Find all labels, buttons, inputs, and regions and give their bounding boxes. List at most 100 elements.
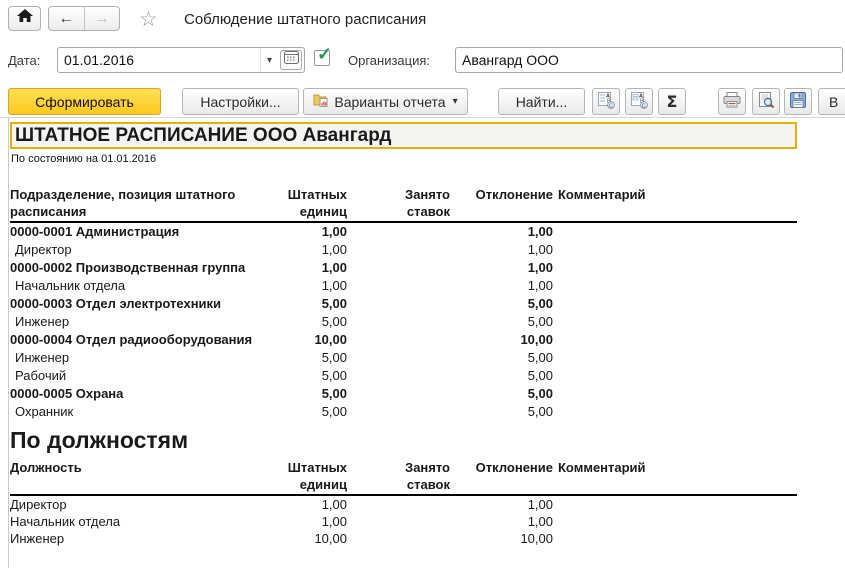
cell-comment[interactable] (553, 277, 797, 295)
cell-staff-units[interactable]: 1,00 (280, 513, 347, 530)
cell-occupied[interactable] (347, 313, 450, 331)
date-input[interactable] (58, 48, 260, 72)
cell-occupied[interactable] (347, 349, 450, 367)
cell-occupied[interactable] (347, 513, 450, 530)
cell-department[interactable]: 0000-0003 Отдел электротехники (10, 295, 280, 313)
cell-deviation[interactable]: 5,00 (450, 295, 553, 313)
cell-deviation[interactable]: 1,00 (450, 222, 553, 241)
cell-occupied[interactable] (347, 385, 450, 403)
cell-staff-units[interactable]: 1,00 (280, 259, 347, 277)
cell-comment[interactable] (553, 331, 797, 349)
cell-department[interactable]: 0000-0005 Охрана (10, 385, 280, 403)
cell-staff-units[interactable]: 1,00 (280, 241, 347, 259)
cell-comment[interactable] (553, 259, 797, 277)
cell-staff-units[interactable]: 10,00 (280, 331, 347, 349)
cell-department[interactable]: Охранник (10, 403, 280, 421)
cell-deviation[interactable]: 1,00 (450, 241, 553, 259)
sum-button[interactable]: Σ (658, 88, 686, 115)
col-position[interactable]: Должность (10, 459, 280, 495)
calendar-button[interactable] (280, 50, 302, 70)
col-occupied[interactable]: Занято ставок (347, 186, 450, 222)
cell-staff-units[interactable]: 1,00 (280, 495, 347, 513)
cell-comment[interactable] (553, 385, 797, 403)
cell-comment[interactable] (553, 513, 797, 530)
col-deviation[interactable]: Отклонение (450, 459, 553, 495)
cell-occupied[interactable] (347, 259, 450, 277)
section-title-by-positions[interactable]: По должностям (10, 427, 845, 453)
cell-occupied[interactable] (347, 403, 450, 421)
cell-deviation[interactable]: 5,00 (450, 403, 553, 421)
cell-comment[interactable] (553, 530, 797, 547)
cell-deviation[interactable]: 1,00 (450, 513, 553, 530)
cell-comment[interactable] (553, 403, 797, 421)
cell-deviation[interactable]: 1,00 (450, 495, 553, 513)
back-button[interactable]: ← (49, 7, 85, 30)
cell-comment[interactable] (553, 349, 797, 367)
cell-department[interactable]: Инженер (10, 349, 280, 367)
organization-checkbox[interactable]: ✓ (314, 50, 330, 66)
col-occupied[interactable]: Занято ставок (347, 459, 450, 495)
cell-department[interactable]: Начальник отдела (10, 277, 280, 295)
report-subtitle[interactable]: По состоянию на 01.01.2016 (11, 153, 845, 165)
cell-comment[interactable] (553, 495, 797, 513)
favorite-star-icon[interactable]: ☆ (139, 7, 158, 32)
expand-groups-button[interactable]: ABC (592, 88, 620, 115)
report-variants-button[interactable]: Варианты отчета ▾ (303, 88, 468, 115)
cell-position[interactable]: Начальник отдела (10, 513, 280, 530)
cell-department[interactable]: Директор (10, 241, 280, 259)
cell-department[interactable]: 0000-0001 Администрация (10, 222, 280, 241)
cell-comment[interactable] (553, 367, 797, 385)
cell-occupied[interactable] (347, 295, 450, 313)
cell-position[interactable]: Директор (10, 495, 280, 513)
cell-position[interactable]: Инженер (10, 530, 280, 547)
col-deviation[interactable]: Отклонение (450, 186, 553, 222)
cell-occupied[interactable] (347, 277, 450, 295)
cell-staff-units[interactable]: 5,00 (280, 313, 347, 331)
collapse-groups-button[interactable]: ABC (625, 88, 653, 115)
cell-comment[interactable] (553, 241, 797, 259)
date-dropdown-icon[interactable]: ▾ (260, 48, 278, 72)
cell-staff-units[interactable]: 5,00 (280, 295, 347, 313)
cell-comment[interactable] (553, 222, 797, 241)
cell-staff-units[interactable]: 10,00 (280, 530, 347, 547)
cell-staff-units[interactable]: 5,00 (280, 403, 347, 421)
cell-deviation[interactable]: 1,00 (450, 259, 553, 277)
cell-occupied[interactable] (347, 331, 450, 349)
print-preview-button[interactable] (752, 88, 780, 115)
cell-deviation[interactable]: 5,00 (450, 385, 553, 403)
all-actions-button[interactable]: В (818, 88, 845, 115)
cell-comment[interactable] (553, 313, 797, 331)
cell-deviation[interactable]: 10,00 (450, 530, 553, 547)
cell-occupied[interactable] (347, 241, 450, 259)
cell-deviation[interactable]: 1,00 (450, 277, 553, 295)
organization-input[interactable] (455, 47, 843, 73)
forward-button[interactable]: → (85, 7, 120, 30)
col-staff-units[interactable]: Штатных единиц (280, 459, 347, 495)
cell-staff-units[interactable]: 5,00 (280, 385, 347, 403)
save-button[interactable] (784, 88, 812, 115)
cell-deviation[interactable]: 5,00 (450, 367, 553, 385)
cell-department[interactable]: 0000-0002 Производственная группа (10, 259, 280, 277)
print-button[interactable] (718, 88, 746, 115)
cell-staff-units[interactable]: 1,00 (280, 277, 347, 295)
col-comment[interactable]: Комментарий (553, 186, 797, 222)
cell-staff-units[interactable]: 5,00 (280, 349, 347, 367)
cell-staff-units[interactable]: 1,00 (280, 222, 347, 241)
cell-comment[interactable] (553, 295, 797, 313)
find-button[interactable]: Найти... (498, 88, 585, 115)
cell-department[interactable]: Рабочий (10, 367, 280, 385)
cell-occupied[interactable] (347, 367, 450, 385)
cell-deviation[interactable]: 10,00 (450, 331, 553, 349)
cell-occupied[interactable] (347, 222, 450, 241)
col-staff-units[interactable]: Штатных единиц (280, 186, 347, 222)
cell-deviation[interactable]: 5,00 (450, 349, 553, 367)
cell-department[interactable]: Инженер (10, 313, 280, 331)
cell-occupied[interactable] (347, 495, 450, 513)
home-button[interactable] (8, 6, 41, 31)
cell-staff-units[interactable]: 5,00 (280, 367, 347, 385)
cell-deviation[interactable]: 5,00 (450, 313, 553, 331)
cell-department[interactable]: 0000-0004 Отдел радиооборудования (10, 331, 280, 349)
col-department[interactable]: Подразделение, позиция штатного расписан… (10, 186, 280, 222)
cell-occupied[interactable] (347, 530, 450, 547)
report-title-cell[interactable]: ШТАТНОЕ РАСПИСАНИЕ ООО Авангард (10, 122, 797, 149)
